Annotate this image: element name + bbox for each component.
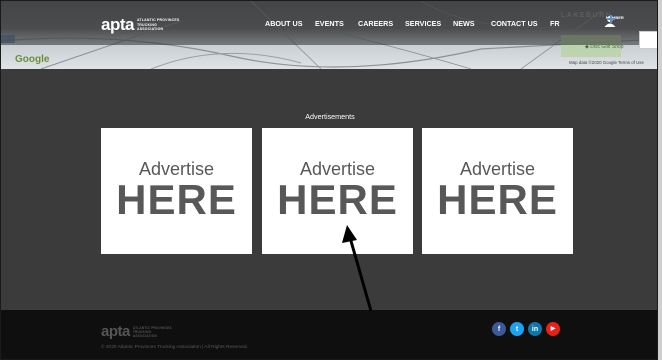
nav-contact-us[interactable]: CONTACT US [491,19,538,28]
facebook-icon[interactable]: f [492,322,506,336]
ad-slot-big-text: HERE [437,176,558,223]
ads-section-title: Advertisements [305,112,355,121]
nav-fr[interactable]: FR [550,19,560,28]
map-poi-disc-golf: ◆ Disc Golf Shop [585,44,624,50]
twitter-icon[interactable]: t [510,322,524,336]
footer-logo-wordmark: apta [101,323,130,340]
map-poi-label: Diamond Wood & Sports Club [509,30,573,35]
plus-icon [607,15,615,23]
google-logo: Google [15,54,50,65]
ad-slot-big-text: HERE [116,176,237,223]
site-footer: apta ATLANTIC PROVINCES TRUCKING ASSOCIA… [1,310,657,359]
map-embed[interactable]: LAKEBURN apta ATLANTIC PROVINCES TRUCKIN… [1,1,657,69]
ad-slot-2[interactable]: Advertise HERE [262,128,413,254]
page-viewport: LAKEBURN apta ATLANTIC PROVINCES TRUCKIN… [0,0,658,360]
nav-news[interactable]: NEWS [453,19,475,28]
member-login[interactable]: MEMBER [604,15,624,27]
nav-careers[interactable]: CAREERS [358,19,393,28]
ad-slot-big-text: HERE [277,176,398,223]
linkedin-icon[interactable]: in [528,322,542,336]
nav-events[interactable]: EVENTS [315,19,344,28]
ad-slot-1[interactable]: Advertise HERE [101,128,252,254]
nav-about-us[interactable]: ABOUT US [265,19,303,28]
youtube-icon[interactable]: ▶ [546,322,560,336]
nav-services[interactable]: SERVICES [405,19,441,28]
footer-logo[interactable]: apta ATLANTIC PROVINCES TRUCKING ASSOCIA… [101,323,173,340]
ad-slot-3[interactable]: Advertise HERE [422,128,573,254]
social-links: f t in ▶ [492,322,560,336]
scrollbar[interactable] [658,0,662,360]
map-attribution[interactable]: Map data ©2020 Google Terms of Use [569,60,644,65]
map-fullscreen-button[interactable] [639,31,657,49]
footer-logo-subtitle: ATLANTIC PROVINCES TRUCKING ASSOCIATION [132,325,172,338]
map-poi-disc-golf-label: Disc Golf Shop [590,44,624,50]
copyright-text: © 2020 Atlantic Provinces Trucking Assoc… [101,345,248,350]
